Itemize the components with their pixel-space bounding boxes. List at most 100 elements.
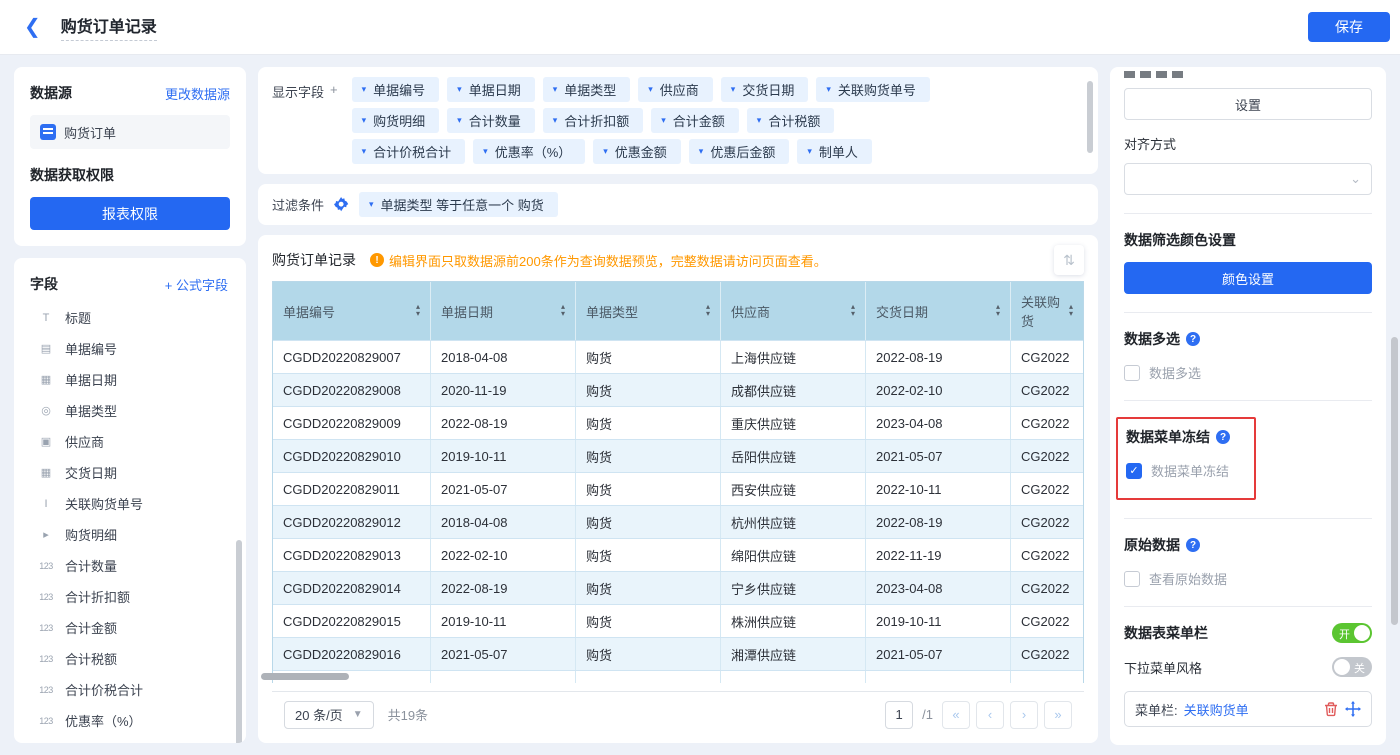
- datasource-item[interactable]: 购货订单: [30, 115, 230, 149]
- fields-scrollbar[interactable]: [236, 540, 242, 743]
- sort-arrows-icon[interactable]: ▴▾: [706, 304, 710, 318]
- table-sort-tool-button[interactable]: ⇅: [1054, 245, 1084, 275]
- gear-icon[interactable]: [334, 197, 349, 212]
- field-item-number[interactable]: 123合计价税合计: [30, 674, 238, 705]
- display-field-chip[interactable]: ▾合计折扣额: [543, 108, 644, 133]
- field-item-number[interactable]: 123合计金额: [30, 612, 238, 643]
- field-item-text[interactable]: T标题: [30, 302, 238, 333]
- display-field-chip[interactable]: ▾单据日期: [447, 77, 535, 102]
- menubar-toggle-on[interactable]: 开: [1332, 623, 1372, 643]
- add-display-field-button[interactable]: +: [330, 77, 338, 164]
- table-cell: [1011, 671, 1083, 683]
- field-item-number[interactable]: 123优惠率（%）: [30, 705, 238, 736]
- menu-bar-item[interactable]: 菜单栏: 关联购货单: [1124, 691, 1372, 727]
- display-fields-scrollbar[interactable]: [1087, 81, 1093, 153]
- sort-arrows-icon[interactable]: ▴▾: [996, 304, 1000, 318]
- current-page-input[interactable]: 1: [885, 701, 913, 729]
- next-page-button[interactable]: ›: [1010, 701, 1038, 729]
- dropdown-style-label: 下拉菜单风格: [1124, 658, 1202, 677]
- display-field-chip[interactable]: ▾购货明细: [352, 108, 440, 133]
- chevron-down-icon: ▾: [603, 146, 608, 157]
- first-page-button[interactable]: «: [942, 701, 970, 729]
- table-row[interactable]: CGDD202208290102019-10-11购货岳阳供应链2021-05-…: [273, 439, 1083, 472]
- field-item-serial[interactable]: ▤单据编号: [30, 333, 238, 364]
- column-header[interactable]: 关联购货▴▾: [1011, 282, 1083, 340]
- display-field-chip[interactable]: ▾合计数量: [447, 108, 535, 133]
- field-item-input[interactable]: I关联购货单号: [30, 488, 238, 519]
- checkbox-unchecked[interactable]: [1124, 365, 1140, 381]
- report-permission-button[interactable]: 报表权限: [30, 197, 230, 230]
- checkbox-unchecked[interactable]: [1124, 571, 1140, 587]
- display-field-chip[interactable]: ▾优惠金额: [593, 139, 681, 164]
- table-row[interactable]: CGDD202208290162021-05-07购货湘潭供应链2021-05-…: [273, 637, 1083, 670]
- display-field-chip[interactable]: ▾单据编号: [352, 77, 440, 102]
- menu-item-value: 关联购货单: [1184, 700, 1317, 719]
- filter-condition-chip[interactable]: ▾ 单据类型 等于任意一个 购货: [359, 192, 558, 217]
- table-row[interactable]: CGDD202208290132022-02-10购货绵阳供应链2022-11-…: [273, 538, 1083, 571]
- table-row[interactable]: CGDD202208290122018-04-08购货杭州供应链2022-08-…: [273, 505, 1083, 538]
- field-item-number[interactable]: 123合计税额: [30, 643, 238, 674]
- display-fields-label: 显示字段: [272, 77, 324, 164]
- column-header[interactable]: 交货日期▴▾: [866, 282, 1011, 340]
- raw-data-checkbox-row[interactable]: 查看原始数据: [1124, 569, 1372, 588]
- checkbox-checked[interactable]: ✓: [1126, 463, 1142, 479]
- change-datasource-link[interactable]: 更改数据源: [165, 84, 230, 103]
- freeze-checkbox-row[interactable]: ✓ 数据菜单冻结: [1126, 461, 1230, 480]
- display-field-chip[interactable]: ▾单据类型: [543, 77, 631, 102]
- table-row[interactable]: CGDD202208290142022-08-19购货宁乡供应链2023-04-…: [273, 571, 1083, 604]
- display-field-chip[interactable]: ▾优惠率（%）: [473, 139, 585, 164]
- formula-field-link[interactable]: + 公式字段: [165, 275, 228, 294]
- display-field-chip[interactable]: ▾合计价税合计: [352, 139, 466, 164]
- trash-icon[interactable]: [1323, 701, 1339, 717]
- table-cell: [866, 671, 1011, 683]
- table-horizontal-scrollbar[interactable]: [261, 673, 349, 680]
- display-field-chip[interactable]: ▾优惠后金额: [689, 139, 790, 164]
- move-icon[interactable]: [1345, 701, 1361, 717]
- field-item-select[interactable]: ▣供应商: [30, 426, 238, 457]
- field-item-date[interactable]: ▦交货日期: [30, 457, 238, 488]
- field-item-date[interactable]: ▦单据日期: [30, 364, 238, 395]
- prev-page-button[interactable]: ‹: [976, 701, 1004, 729]
- table-row[interactable]: CGDD202208290082020-11-19购货成都供应链2022-02-…: [273, 373, 1083, 406]
- field-item-number[interactable]: 123合计折扣额: [30, 581, 238, 612]
- table-row[interactable]: CGDD202208290152019-10-11购货株洲供应链2019-10-…: [273, 604, 1083, 637]
- add-action-menu-link[interactable]: + 添加操作菜单: [1124, 743, 1213, 745]
- save-button[interactable]: 保存: [1308, 12, 1390, 42]
- table-row[interactable]: CGDD202208290072018-04-08购货上海供应链2022-08-…: [273, 340, 1083, 373]
- table-row[interactable]: CGDD202208290092022-08-19购货重庆供应链2023-04-…: [273, 406, 1083, 439]
- field-item-subform[interactable]: ▸购货明细: [30, 519, 238, 550]
- display-field-chip[interactable]: ▾交货日期: [721, 77, 809, 102]
- multi-select-checkbox-row[interactable]: 数据多选: [1124, 363, 1372, 382]
- color-settings-button[interactable]: 颜色设置: [1124, 262, 1372, 294]
- page-scrollbar[interactable]: [1391, 337, 1398, 625]
- chip-label: 单据日期: [469, 80, 521, 99]
- last-page-button[interactable]: »: [1044, 701, 1072, 729]
- filter-card: 过滤条件 ▾ 单据类型 等于任意一个 购货: [258, 184, 1098, 225]
- dropdown-style-toggle-off[interactable]: 关: [1332, 657, 1372, 677]
- display-field-chip[interactable]: ▾关联购货单号: [816, 77, 930, 102]
- table-row[interactable]: CGDD202208290112021-05-07购货西安供应链2022-10-…: [273, 472, 1083, 505]
- column-header[interactable]: 单据类型▴▾: [576, 282, 721, 340]
- help-icon[interactable]: ?: [1216, 430, 1230, 444]
- table-cell: 2019-10-11: [431, 605, 576, 637]
- column-header[interactable]: 单据编号▴▾: [273, 282, 431, 340]
- column-header[interactable]: 供应商▴▾: [721, 282, 866, 340]
- sort-arrows-icon[interactable]: ▴▾: [1069, 304, 1073, 318]
- field-item-number[interactable]: 123优惠金额: [30, 736, 238, 743]
- help-icon[interactable]: ?: [1186, 332, 1200, 346]
- sort-arrows-icon[interactable]: ▴▾: [416, 304, 420, 318]
- display-field-chip[interactable]: ▾合计税额: [747, 108, 835, 133]
- sort-arrows-icon[interactable]: ▴▾: [851, 304, 855, 318]
- back-icon[interactable]: ❮: [24, 17, 41, 37]
- sort-arrows-icon[interactable]: ▴▾: [561, 304, 565, 318]
- help-icon[interactable]: ?: [1186, 538, 1200, 552]
- field-item-radio[interactable]: ◎单据类型: [30, 395, 238, 426]
- align-select[interactable]: ⌄: [1124, 163, 1372, 195]
- display-field-chip[interactable]: ▾合计金额: [651, 108, 739, 133]
- display-field-chip[interactable]: ▾制单人: [797, 139, 872, 164]
- column-header[interactable]: 单据日期▴▾: [431, 282, 576, 340]
- field-item-number[interactable]: 123合计数量: [30, 550, 238, 581]
- settings-button[interactable]: 设置: [1124, 88, 1372, 120]
- display-field-chip[interactable]: ▾供应商: [638, 77, 713, 102]
- page-size-select[interactable]: 20 条/页 ▼: [284, 701, 374, 729]
